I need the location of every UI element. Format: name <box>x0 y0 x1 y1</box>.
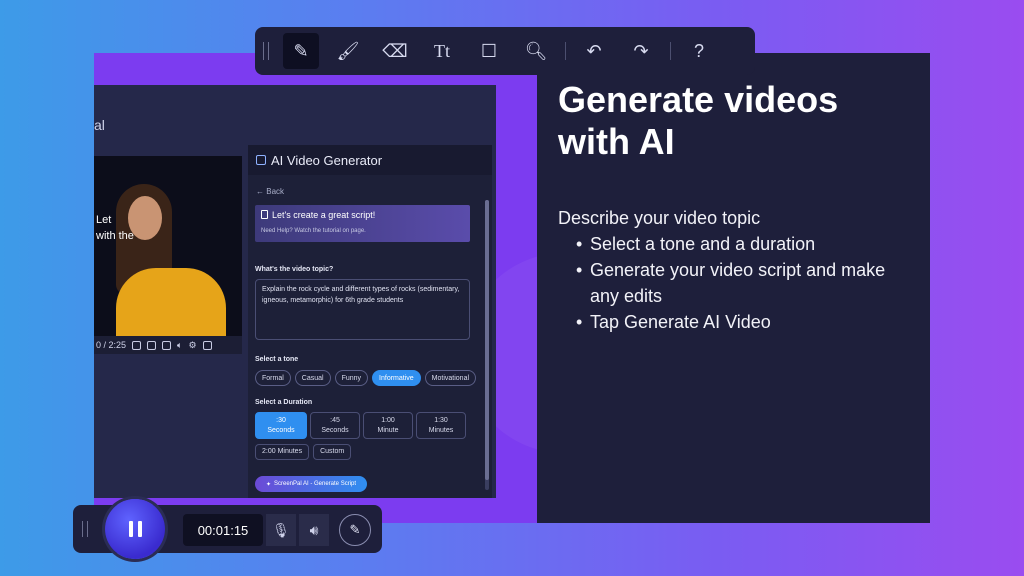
toolbar-drag-handle[interactable] <box>263 42 269 60</box>
duration-1m30[interactable]: 1:30 Minutes <box>416 412 466 439</box>
volume-icon[interactable]: 🔈︎ <box>177 340 182 351</box>
ad-icon[interactable] <box>162 340 172 350</box>
banner-title: Let's create a great script! <box>261 210 375 220</box>
script-banner: Let's create a great script! Need Help? … <box>255 205 470 242</box>
tone-options: Formal Casual Funny Informative Motivati… <box>255 370 477 386</box>
drawing-toolbar: ✎ 🖌︎ ⌫ Tt ☐ 🔍︎ ↶ ↷ ? <box>255 27 755 75</box>
duration-1m30-top: 1:30 <box>434 416 448 424</box>
info-bullet-3: Tap Generate AI Video <box>576 309 910 335</box>
zoom-icon[interactable]: 🔍︎ <box>518 33 554 69</box>
info-heading-line-1: Generate videos <box>558 79 839 120</box>
info-bullets: Select a tone and a duration Generate yo… <box>576 231 910 335</box>
highlighter-icon[interactable]: 🖌︎ <box>330 33 366 69</box>
video-controls: 0 / 2:25 🔈︎ ⚙︎ <box>94 336 242 354</box>
ai-generator-panel: AI Video Generator ← Back Let's create a… <box>248 145 492 498</box>
info-intro: Describe your video topic <box>558 208 761 228</box>
duration-1m[interactable]: 1:00 Minute <box>363 412 413 439</box>
settings-icon[interactable]: ⚙︎ <box>188 340 196 351</box>
panel-title-bar: AI Video Generator <box>248 145 492 175</box>
captions-icon[interactable] <box>147 340 157 350</box>
pen-icon[interactable]: ✎ <box>283 33 319 69</box>
edit-icon[interactable]: ✎ <box>339 514 371 546</box>
caption-line-1: Let <box>96 214 112 226</box>
duration-2m[interactable]: 2:00 Minutes <box>255 444 310 460</box>
topic-textarea[interactable]: Explain the rock cycle and different typ… <box>255 279 470 340</box>
back-link[interactable]: ← Back <box>256 187 284 196</box>
app-header-text: al <box>94 117 105 133</box>
help-icon[interactable]: ? <box>681 33 717 69</box>
duration-options-row2: 2:00 Minutes Custom <box>255 444 352 460</box>
info-heading-line-2: with AI <box>558 121 675 162</box>
tone-chip-formal[interactable]: Formal <box>255 370 291 386</box>
banner-help[interactable]: Need Help? Watch the tutorial on page. <box>261 228 366 234</box>
pause-button[interactable] <box>105 499 165 559</box>
info-bullet-2: Generate your video script and make any … <box>576 257 910 309</box>
duration-30s[interactable]: :30 Seconds <box>255 412 307 439</box>
recording-timer: 00:01:15 <box>183 514 263 546</box>
duration-1m-bottom: Minute <box>377 426 399 434</box>
generate-script-button[interactable]: ✦ ScreenPal AI - Generate Script <box>255 476 367 492</box>
speaker-icon[interactable]: 🔊︎ <box>299 514 329 546</box>
topic-label: What's the video topic? <box>255 266 334 273</box>
fullscreen-icon[interactable] <box>202 340 212 350</box>
pause-icon <box>137 521 142 537</box>
duration-30s-top: :30 <box>276 416 286 424</box>
info-heading: Generate videos with AI <box>558 79 910 163</box>
generator-icon <box>256 155 266 165</box>
rectangle-icon[interactable]: ☐ <box>471 33 507 69</box>
video-caption: Let with the <box>96 212 134 244</box>
duration-1m-top: 1:00 <box>381 416 395 424</box>
eraser-icon[interactable]: ⌫ <box>377 33 413 69</box>
duration-45s-top: :45 <box>330 416 340 424</box>
toolbar-divider <box>565 42 566 60</box>
info-panel: Generate videos with AI Describe your vi… <box>537 53 930 523</box>
sparkle-icon: ✦ <box>265 481 271 488</box>
duration-1m30-bottom: Minutes <box>428 426 454 434</box>
recorder-drag-handle[interactable] <box>82 521 88 537</box>
panel-title: AI Video Generator <box>271 152 383 168</box>
tone-chip-informative[interactable]: Informative <box>372 370 421 386</box>
document-icon <box>261 210 268 219</box>
duration-options: :30 Seconds :45 Seconds 1:00 Minute 1:30 Min… <box>255 412 466 439</box>
info-bullet-1: Select a tone and a duration <box>576 231 910 257</box>
toolbar-divider <box>670 42 671 60</box>
generate-script-label: ScreenPal AI - Generate Script <box>273 481 357 487</box>
duration-30s-bottom: Seconds <box>267 426 295 434</box>
duration-label: Select a Duration <box>255 399 313 406</box>
video-time: 0 / 2:25 <box>96 340 127 350</box>
scrollbar-thumb[interactable] <box>485 200 489 480</box>
pause-icon <box>128 521 133 537</box>
banner-title-text: Let's create a great script! <box>272 210 376 220</box>
tone-chip-casual[interactable]: Casual <box>294 370 331 386</box>
app-window-screenshot: al Let with the 0 / 2:25 🔈︎ ⚙︎ AI Video … <box>94 85 496 498</box>
microphone-icon[interactable]: 🎙︎ <box>266 514 296 546</box>
recorder-bar: 00:01:15 🎙︎ 🔊︎ ✎ <box>73 499 382 559</box>
presenter-body <box>116 268 226 336</box>
bookmark-icon[interactable] <box>132 340 142 350</box>
duration-custom[interactable]: Custom <box>313 444 352 460</box>
text-icon[interactable]: Tt <box>424 33 460 69</box>
redo-icon[interactable]: ↷ <box>623 33 659 69</box>
tone-label: Select a tone <box>255 356 299 363</box>
undo-icon[interactable]: ↶ <box>576 33 612 69</box>
duration-45s[interactable]: :45 Seconds <box>310 412 360 439</box>
duration-45s-bottom: Seconds <box>321 426 349 434</box>
tone-chip-motivational[interactable]: Motivational <box>424 370 477 386</box>
tone-chip-funny[interactable]: Funny <box>334 370 369 386</box>
panel-scrollbar[interactable] <box>485 200 489 490</box>
video-player[interactable]: Let with the <box>94 156 242 336</box>
caption-line-2: with the <box>96 230 134 242</box>
back-label: Back <box>266 187 285 196</box>
